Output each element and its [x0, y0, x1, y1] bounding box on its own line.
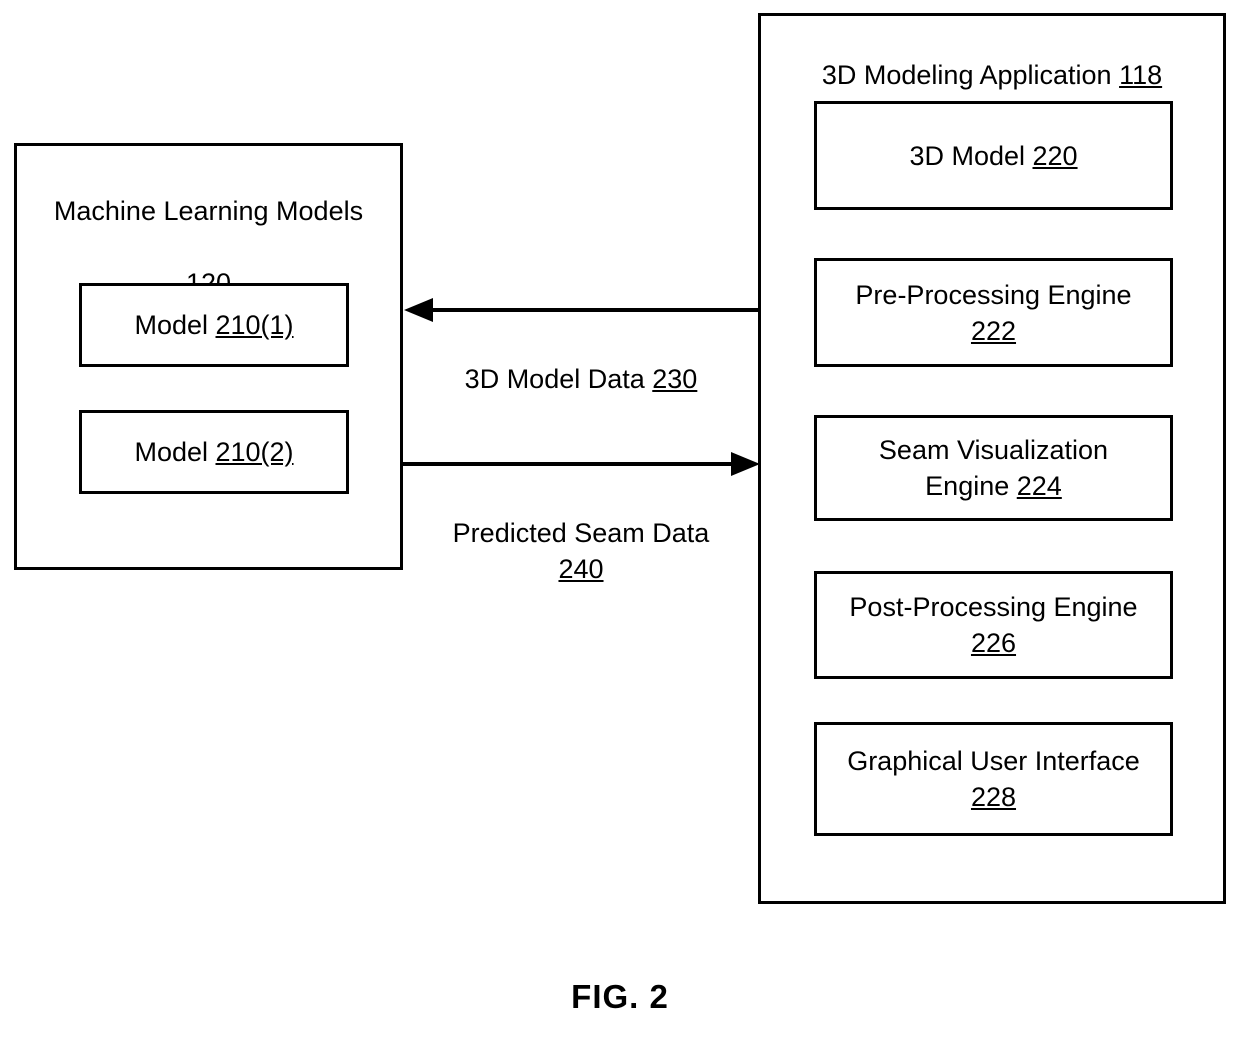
component-box-3d-model[interactable]: 3D Model 220 — [814, 101, 1173, 210]
flow-label-3d-model-data: 3D Model Data 230 — [403, 325, 759, 397]
arrow-3d-model-data — [404, 298, 758, 322]
ml-panel-title-text: Machine Learning Models — [53, 196, 364, 226]
component-label-3d-model: 3D Model 220 — [909, 140, 1078, 171]
component-ref-seam-visualization-engine: 224 — [1016, 471, 1062, 501]
component-label-post-processing-engine: Post-Processing Engine 226 — [849, 592, 1138, 658]
model-box-1[interactable]: Model 210(1) — [79, 283, 349, 367]
component-ref-post-processing-engine: 226 — [970, 628, 1017, 658]
component-ref-3d-model: 220 — [1032, 140, 1078, 171]
app-panel-ref: 118 — [1119, 60, 1163, 90]
flow-label-3d-model-data-text: 3D Model Data — [464, 364, 653, 394]
flow-label-predicted-seam-data: Predicted Seam Data 240 — [395, 479, 767, 587]
component-label-seam-visualization-engine: Seam Visualization Engine 224 — [878, 435, 1109, 501]
component-box-graphical-user-interface[interactable]: Graphical User Interface 228 — [814, 722, 1173, 836]
component-ref-graphical-user-interface: 228 — [970, 782, 1017, 812]
component-box-post-processing-engine[interactable]: Post-Processing Engine 226 — [814, 571, 1173, 679]
model-box-1-label: Model 210(1) — [134, 310, 294, 340]
flow-ref-3d-model-data: 230 — [652, 364, 698, 394]
component-label-pre-processing-engine: Pre-Processing Engine 222 — [855, 279, 1132, 346]
model-box-2-ref: 210(2) — [215, 437, 294, 467]
component-box-pre-processing-engine[interactable]: Pre-Processing Engine 222 — [814, 258, 1173, 367]
modeling-application-title: 3D Modeling Application 118 — [758, 21, 1226, 93]
component-ref-pre-processing-engine: 222 — [970, 315, 1017, 346]
component-box-seam-visualization-engine[interactable]: Seam Visualization Engine 224 — [814, 415, 1173, 521]
flow-ref-predicted-seam-data: 240 — [558, 554, 604, 584]
arrow-predicted-seam-data — [403, 452, 760, 476]
model-box-1-ref: 210(1) — [215, 310, 294, 340]
flow-label-predicted-seam-data-text: Predicted Seam Data — [452, 518, 710, 548]
app-panel-title-text: 3D Modeling Application — [821, 60, 1120, 90]
model-box-2[interactable]: Model 210(2) — [79, 410, 349, 494]
machine-learning-models-title: Machine Learning Models 120 — [14, 157, 403, 301]
figure-caption: FIG. 2 — [571, 978, 669, 1015]
component-label-graphical-user-interface: Graphical User Interface 228 — [847, 746, 1140, 812]
model-box-2-label: Model 210(2) — [134, 437, 294, 467]
patent-figure-2: Machine Learning Models 120 Model 210(1)… — [0, 0, 1240, 1042]
